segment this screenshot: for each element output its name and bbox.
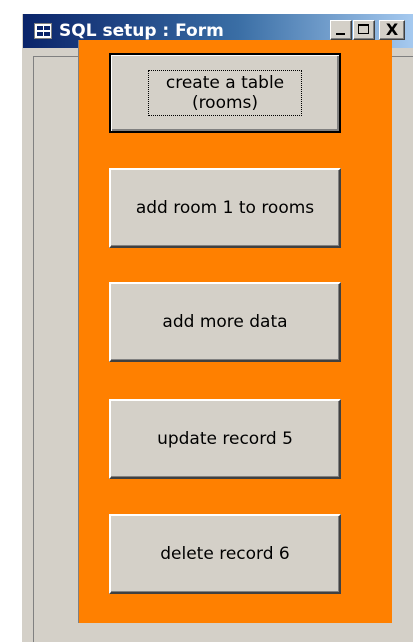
- form-icon: [34, 23, 52, 39]
- close-button[interactable]: X: [379, 20, 405, 40]
- form-window: SQL setup : Form X create a table (rooms…: [22, 14, 413, 642]
- add-more-data-label: add more data: [162, 312, 288, 332]
- add-more-data-button[interactable]: add more data: [109, 282, 341, 362]
- delete-record-6-label: delete record 6: [160, 544, 290, 564]
- close-icon: X: [385, 20, 399, 39]
- minimize-button[interactable]: [330, 20, 352, 40]
- minimize-icon: [336, 33, 345, 35]
- form-detail-section: create a table (rooms) add room 1 to roo…: [79, 40, 392, 623]
- create-table-button[interactable]: create a table (rooms): [109, 53, 341, 133]
- add-room-1-button[interactable]: add room 1 to rooms: [109, 168, 341, 248]
- add-room-1-label: add room 1 to rooms: [135, 198, 315, 218]
- create-table-label: create a table (rooms): [148, 70, 302, 116]
- maximize-icon: [358, 24, 369, 34]
- update-record-5-label: update record 5: [157, 429, 293, 449]
- window-title: SQL setup : Form: [59, 21, 224, 41]
- delete-record-6-button[interactable]: delete record 6: [109, 514, 341, 594]
- maximize-button[interactable]: [353, 20, 375, 40]
- update-record-5-button[interactable]: update record 5: [109, 399, 341, 479]
